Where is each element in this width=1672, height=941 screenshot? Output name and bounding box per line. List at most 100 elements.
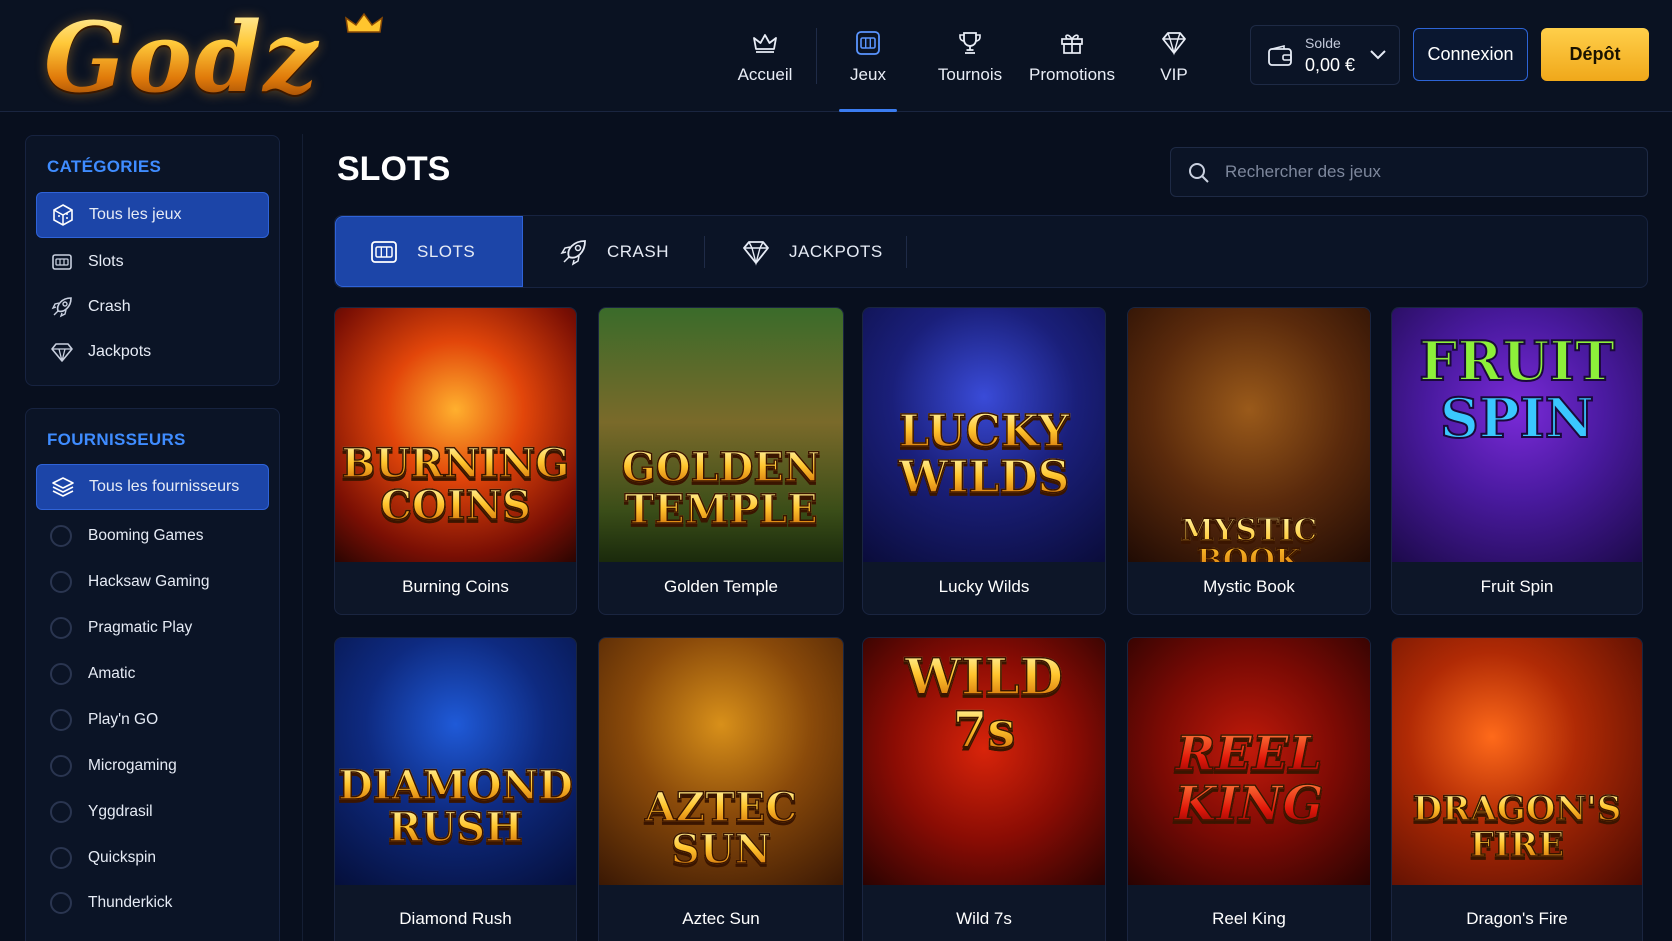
game-thumbnail[interactable]: DIAMOND RUSH <box>335 638 576 885</box>
provider-radio[interactable] <box>50 617 72 639</box>
diamond-icon <box>1160 29 1188 57</box>
game-name: Wild 7s <box>956 909 1012 928</box>
game-card[interactable]: MYSTIC BOOK Mystic Book <box>1127 307 1371 615</box>
provider-radio[interactable] <box>50 892 72 914</box>
game-name: Diamond Rush <box>399 909 512 928</box>
category-jackpots[interactable]: Jackpots <box>36 329 269 375</box>
rocket-icon <box>559 237 589 267</box>
wallet-icon <box>1268 44 1292 66</box>
tab-label: JACKPOTS <box>789 241 883 261</box>
provider-item[interactable]: Amatic <box>36 651 269 697</box>
nav-item-jeux[interactable]: Jeux <box>817 0 919 112</box>
provider-item[interactable]: Thunderkick <box>36 880 269 926</box>
rocket-icon <box>50 295 74 319</box>
diamond-icon <box>50 340 74 364</box>
game-card[interactable]: DRAGON'S FIRE Dragon's Fire <box>1391 637 1643 941</box>
game-card[interactable]: BURNING COINS Burning Coins <box>334 307 577 615</box>
provider-item[interactable]: Pragmatic Play <box>36 605 269 651</box>
game-art-title: MYSTIC BOOK <box>1128 515 1370 562</box>
tab-jackpots[interactable]: JACKPOTS <box>741 216 883 287</box>
provider-item[interactable]: Quickspin <box>36 835 269 881</box>
game-art-title: COINS <box>335 485 576 527</box>
balance-label: Solde <box>1305 35 1341 51</box>
provider-item[interactable]: Microgaming <box>36 743 269 789</box>
provider-label: Pragmatic Play <box>88 619 193 636</box>
nav-item-accueil[interactable]: Accueil <box>714 0 816 112</box>
game-art-title: REEL <box>1128 729 1370 779</box>
game-card[interactable]: WILD 7s Wild 7s <box>862 637 1106 941</box>
provider-radio[interactable] <box>50 709 72 731</box>
game-thumbnail[interactable]: WILD 7s <box>863 638 1105 885</box>
crown-icon <box>751 29 779 57</box>
game-thumbnail[interactable]: BURNING COINS <box>335 308 576 562</box>
provider-label: Play'n GO <box>88 711 159 728</box>
sidebar-divider <box>302 134 303 941</box>
layers-icon <box>51 475 75 499</box>
category-label: Crash <box>88 298 131 315</box>
game-card[interactable]: DIAMOND RUSH Diamond Rush <box>334 637 577 941</box>
provider-radio[interactable] <box>50 525 72 547</box>
provider-radio[interactable] <box>50 663 72 685</box>
diamond-icon <box>741 237 771 267</box>
nav-item-tournois[interactable]: Tournois <box>919 0 1021 112</box>
category-all-games[interactable]: Tous les jeux <box>36 192 269 238</box>
game-art-title: DIAMOND <box>335 765 576 807</box>
game-thumbnail[interactable]: FRUIT SPIN <box>1392 308 1642 562</box>
tab-crash[interactable]: CRASH <box>559 216 669 287</box>
providers-title: FOURNISSEURS <box>47 430 186 449</box>
categories-title: CATÉGORIES <box>47 157 162 176</box>
category-label: Jackpots <box>88 343 152 360</box>
provider-label: Thunderkick <box>88 894 173 911</box>
provider-item[interactable]: Play'n GO <box>36 697 269 743</box>
category-crash[interactable]: Crash <box>36 284 269 330</box>
game-thumbnail[interactable]: MYSTIC BOOK <box>1128 308 1370 562</box>
provider-item[interactable]: Booming Games <box>36 513 269 559</box>
provider-radio[interactable] <box>50 847 72 869</box>
game-thumbnail[interactable]: GOLDEN TEMPLE <box>599 308 843 562</box>
page-title: SLOTS <box>337 150 451 188</box>
game-art-title: FRUIT <box>1418 329 1616 393</box>
nav-item-vip[interactable]: VIP <box>1123 0 1225 112</box>
provider-all[interactable]: Tous les fournisseurs <box>36 464 269 510</box>
game-card[interactable]: LUCKY WILDS Lucky Wilds <box>862 307 1106 615</box>
game-card[interactable]: GOLDEN TEMPLE Golden Temple <box>598 307 844 615</box>
game-art-title: TEMPLE <box>599 489 843 531</box>
game-card[interactable]: REEL KING Reel King <box>1127 637 1371 941</box>
tab-slots[interactable]: SLOTS <box>335 216 523 287</box>
nav-label: Accueil <box>737 65 793 84</box>
nav-item-promotions[interactable]: Promotions <box>1021 0 1123 112</box>
tab-divider <box>704 236 705 268</box>
category-slots[interactable]: Slots <box>36 239 269 285</box>
game-card[interactable]: AZTEC SUN Aztec Sun <box>598 637 844 941</box>
game-thumbnail[interactable]: LUCKY WILDS <box>863 308 1105 562</box>
provider-item[interactable]: Yggdrasil <box>36 789 269 835</box>
game-art-title: DRAGON'S <box>1392 791 1642 827</box>
provider-radio[interactable] <box>50 755 72 777</box>
game-name: Mystic Book <box>1203 577 1295 596</box>
providers-panel: FOURNISSEURS Tous les fournisseurs Boomi… <box>25 408 280 941</box>
game-art-title: 7s <box>863 703 1105 755</box>
search-input[interactable] <box>1225 148 1625 196</box>
provider-label: Quickspin <box>88 849 157 866</box>
login-button[interactable]: Connexion <box>1413 28 1528 81</box>
game-name: Dragon's Fire <box>1466 909 1568 928</box>
game-thumbnail[interactable]: REEL KING <box>1128 638 1370 885</box>
gift-icon <box>1058 29 1086 57</box>
provider-radio[interactable] <box>50 571 72 593</box>
provider-item[interactable]: Hacksaw Gaming <box>36 559 269 605</box>
game-name: Aztec Sun <box>682 909 760 928</box>
game-card[interactable]: FRUIT SPIN Fruit Spin <box>1391 307 1643 615</box>
category-label: Slots <box>88 253 124 270</box>
game-thumbnail[interactable]: AZTEC SUN <box>599 638 843 885</box>
trophy-icon <box>956 29 984 57</box>
brand-logo[interactable]: Godz <box>44 8 424 108</box>
provider-radio[interactable] <box>50 801 72 823</box>
provider-label: Booming Games <box>88 527 204 544</box>
deposit-button[interactable]: Dépôt <box>1541 28 1649 81</box>
chevron-down-icon <box>1370 50 1386 60</box>
game-thumbnail[interactable]: DRAGON'S FIRE <box>1392 638 1642 885</box>
game-name: Lucky Wilds <box>938 577 1030 596</box>
provider-label: Yggdrasil <box>88 803 153 820</box>
cube-icon <box>51 203 75 227</box>
balance-dropdown[interactable]: Solde 0,00 € <box>1250 25 1400 85</box>
